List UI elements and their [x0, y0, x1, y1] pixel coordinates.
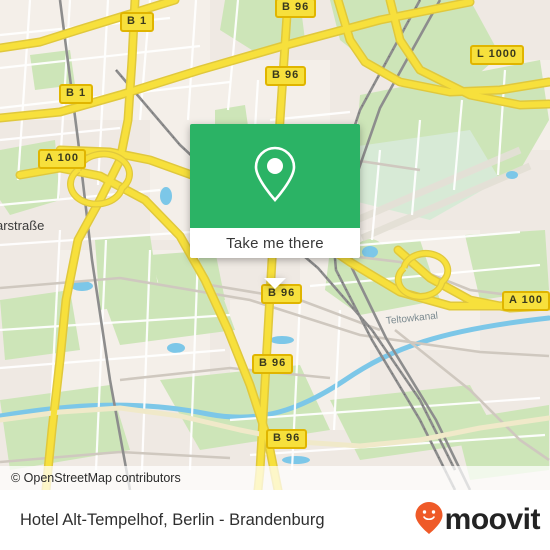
popup-image-area	[190, 124, 360, 228]
road-shield: B 96	[266, 429, 308, 449]
road-shield: B 1	[59, 84, 94, 104]
popup-pointer-tail	[264, 278, 286, 289]
footer-bar: Hotel Alt-Tempelhof, Berlin - Brandenbur…	[0, 490, 550, 550]
take-me-there-button[interactable]: Take me there	[190, 228, 360, 258]
location-popup[interactable]: Take me there	[190, 124, 360, 289]
moovit-logo[interactable]: moovit	[414, 501, 541, 540]
moovit-smiley-pin-icon	[414, 501, 444, 540]
take-me-there-label: Take me there	[226, 234, 324, 252]
street-label: arstraße	[0, 218, 45, 233]
road-shield: A 100	[502, 291, 550, 311]
road-shield: A 100	[38, 149, 86, 169]
map-attribution[interactable]: © OpenStreetMap contributors	[0, 466, 550, 490]
moovit-location-card: B 1 B 96 L 1000 B 96 B 1 A 100 B 96 A 10…	[0, 0, 550, 550]
road-shield: L 1000	[470, 45, 525, 65]
road-shield: B 96	[275, 0, 317, 18]
location-title: Hotel Alt-Tempelhof, Berlin - Brandenbur…	[20, 510, 325, 529]
road-shield: B 96	[252, 354, 294, 374]
map-pin-icon	[252, 144, 298, 209]
road-shield: B 96	[265, 66, 307, 86]
attribution-text: © OpenStreetMap contributors	[11, 471, 181, 485]
moovit-wordmark: moovit	[444, 503, 541, 536]
road-shield: B 1	[120, 12, 155, 32]
